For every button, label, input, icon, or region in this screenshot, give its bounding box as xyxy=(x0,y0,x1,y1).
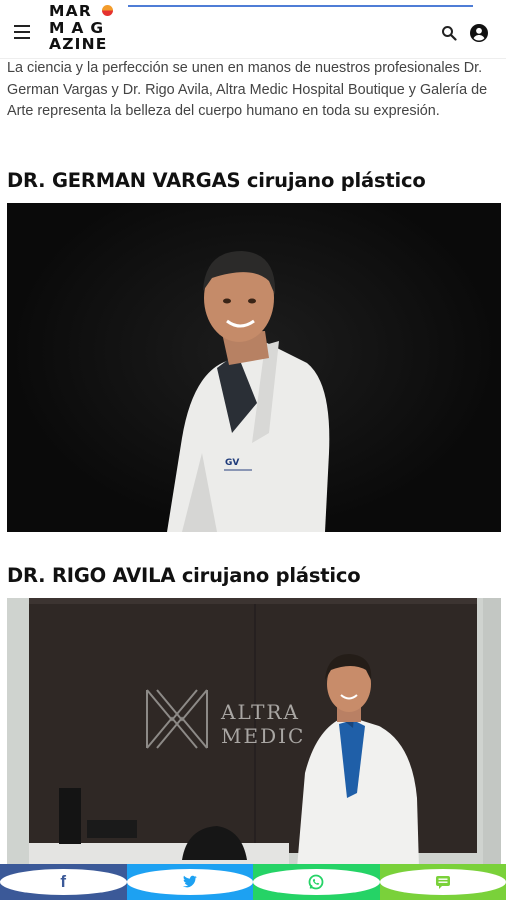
share-facebook-button[interactable]: f xyxy=(0,864,127,900)
logo-sun-icon xyxy=(102,5,113,16)
photo-dr-german-vargas: GV xyxy=(7,203,501,532)
user-account-icon[interactable] xyxy=(470,24,488,42)
share-bar: f xyxy=(0,864,506,900)
site-header: MAR MAG AZINE xyxy=(0,0,506,59)
search-icon[interactable] xyxy=(441,25,457,41)
whatsapp-icon xyxy=(253,869,380,895)
coat-logo-text: GV xyxy=(225,458,239,468)
share-message-button[interactable] xyxy=(379,864,506,900)
sign-line-2: MEDIC xyxy=(221,724,305,748)
site-logo[interactable]: MAR MAG AZINE xyxy=(49,2,113,53)
section-heading-avila: DR. RIGO AVILA cirujano plástico xyxy=(7,564,361,587)
message-icon xyxy=(379,869,506,895)
portrait-avila: ALTRA MEDIC xyxy=(7,598,501,868)
article-intro: La ciencia y la perfección se unen en ma… xyxy=(7,60,488,119)
logo-line-2: MAG xyxy=(49,18,111,37)
logo-line-3: AZINE xyxy=(49,35,108,53)
sign-line-1: ALTRA xyxy=(220,700,300,724)
twitter-icon xyxy=(126,869,253,895)
photo-dr-rigo-avila: ALTRA MEDIC xyxy=(7,598,501,868)
facebook-icon: f xyxy=(0,869,127,895)
portrait-vargas: GV xyxy=(167,251,330,532)
section-heading-vargas: DR. GERMAN VARGAS cirujano plástico xyxy=(7,169,426,192)
share-whatsapp-button[interactable] xyxy=(253,864,380,900)
hamburger-menu-icon[interactable] xyxy=(14,25,34,41)
share-twitter-button[interactable] xyxy=(126,864,253,900)
logo-line-1: MAR xyxy=(49,2,92,20)
